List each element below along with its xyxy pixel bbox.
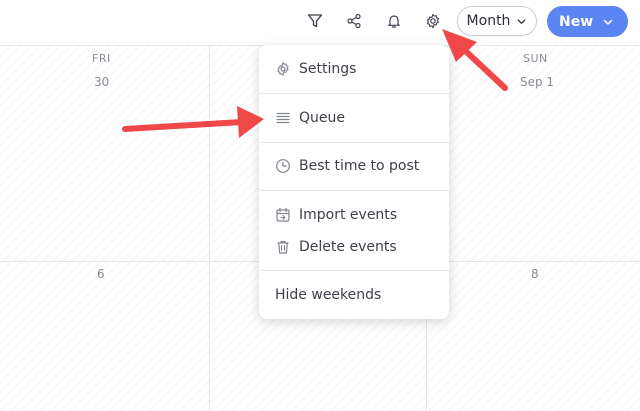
arrow-to-queue-item: [122, 106, 264, 138]
arrow-to-gear-icon: [442, 29, 508, 91]
annotation-overlay: [122, 29, 508, 138]
